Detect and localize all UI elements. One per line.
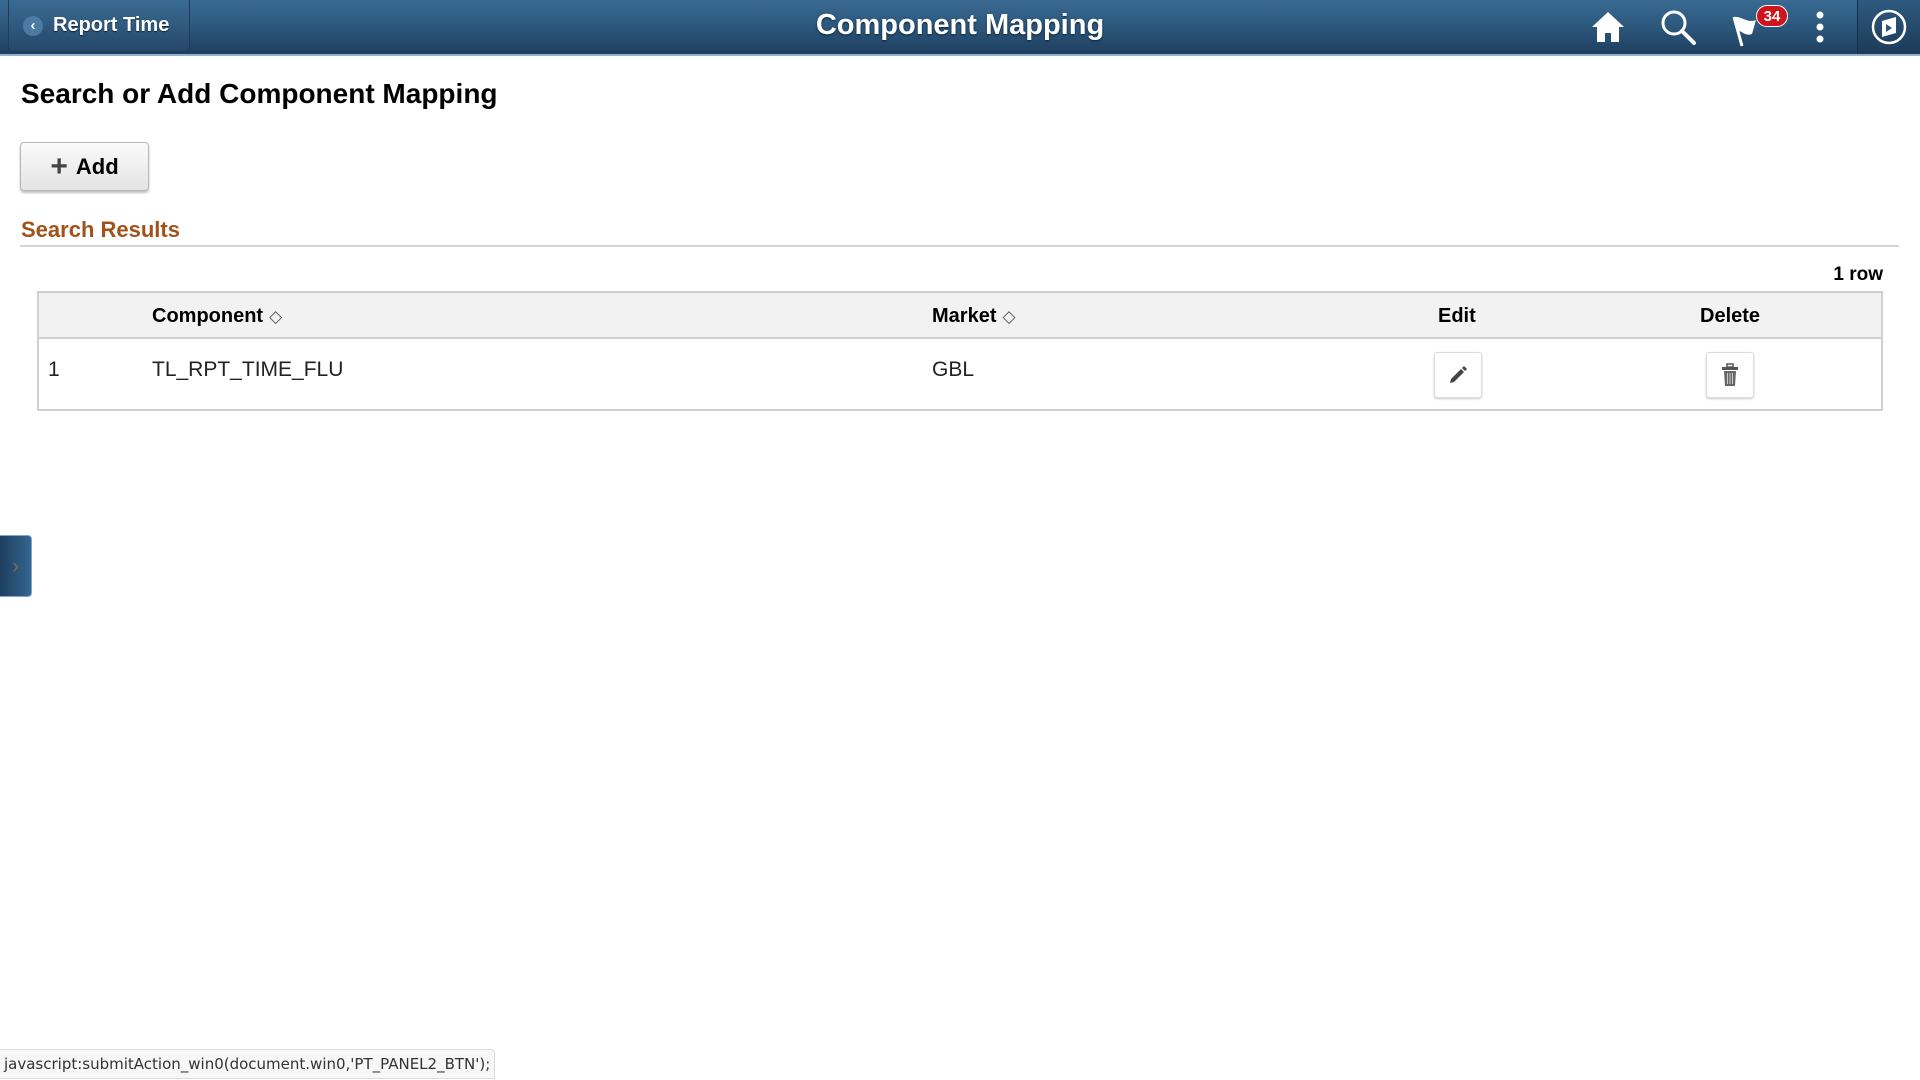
search-results-title: Search Results (21, 217, 180, 242)
page-title: Component Mapping (815, 9, 1105, 41)
page-heading: Search or Add Component Mapping (21, 78, 498, 109)
grid-header-row: Component ◇ Market ◇ Edit Delete (39, 293, 1881, 339)
column-header-edit: Edit (1438, 305, 1476, 327)
column-header-market-label: Market (932, 305, 997, 327)
edit-button[interactable] (1434, 352, 1482, 398)
home-button[interactable] (1586, 6, 1630, 48)
row-index: 1 (48, 358, 60, 381)
component-cell: TL_RPT_TIME_FLU (152, 358, 344, 381)
table-row: 1 TL_RPT_TIME_FLU GBL (39, 339, 1881, 409)
browser-status-url: javascript:submitAction_win0(document.wi… (0, 1049, 496, 1079)
navbar-button[interactable] (1858, 0, 1920, 54)
add-button-label: Add (75, 153, 119, 179)
search-results-grid: Component ◇ Market ◇ Edit Delete 1 TL_RPT_… (37, 291, 1883, 411)
chevron-left-icon: ‹ (23, 15, 43, 36)
back-button-label: Report Time (53, 14, 170, 36)
back-button[interactable]: ‹ Report Time (8, 0, 190, 52)
chevron-right-icon: › (11, 553, 20, 578)
column-header-component-label: Component (152, 305, 264, 327)
search-results-divider (20, 245, 1899, 247)
column-header-market[interactable]: Market ◇ (932, 293, 1016, 339)
plus-icon: + (50, 149, 68, 183)
actions-menu-button[interactable] (1798, 6, 1842, 48)
column-header-component[interactable]: Component ◇ (152, 293, 282, 339)
actions-menu-icon (1816, 11, 1824, 43)
delete-button[interactable] (1706, 352, 1754, 398)
pencil-icon (1450, 366, 1467, 383)
notifications-button[interactable]: 34 (1728, 5, 1788, 48)
trash-icon (1722, 363, 1738, 386)
search-icon (1661, 10, 1696, 45)
notification-count-badge: 34 (1756, 5, 1788, 27)
row-count: 1 row (1833, 264, 1883, 285)
add-button[interactable]: + Add (20, 142, 149, 191)
column-header-delete: Delete (1700, 305, 1761, 327)
sort-icon: ◇ (269, 307, 283, 326)
top-banner: ‹ Report Time Component Mapping 34 (0, 0, 1920, 56)
home-icon (1592, 12, 1624, 42)
sort-icon: ◇ (1002, 307, 1016, 326)
search-button[interactable] (1656, 6, 1700, 48)
side-panel-toggle[interactable]: › (0, 535, 32, 597)
market-cell: GBL (932, 358, 975, 381)
navbar-compass-icon (1871, 9, 1907, 45)
